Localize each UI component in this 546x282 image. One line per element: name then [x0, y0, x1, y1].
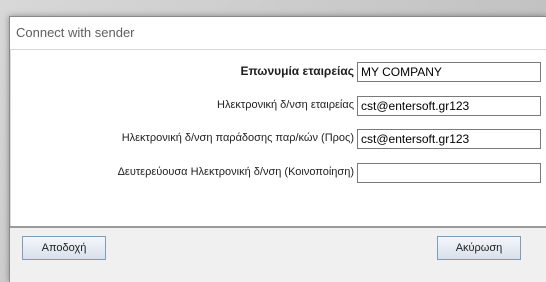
company-name-label: Επωνυμία εταιρείας	[240, 64, 354, 78]
company-name-field[interactable]: MY COMPANY	[357, 62, 541, 82]
dialog-title: Connect with sender	[16, 25, 135, 40]
accept-button[interactable]: Αποδοχή	[22, 236, 106, 260]
form-panel: Επωνυμία εταιρείας MY COMPANY Ηλεκτρονικ…	[10, 49, 546, 227]
cc-email-field[interactable]	[357, 163, 541, 183]
form-divider	[10, 226, 546, 228]
cc-email-label: Δευτερεύουσα Ηλεκτρονική δ/νση (Κοινοποί…	[117, 166, 354, 178]
connect-with-sender-dialog: Connect with sender Επωνυμία εταιρείας M…	[9, 16, 546, 282]
company-email-label: Ηλεκτρονική δ/νση εταιρείας	[217, 99, 354, 111]
cancel-button[interactable]: Ακύρωση	[437, 236, 521, 260]
delivery-email-label: Ηλεκτρονική δ/νση παράδοσης παρ/κών (Προ…	[121, 132, 354, 144]
dialog-titlebar[interactable]: Connect with sender	[10, 17, 546, 49]
company-email-field[interactable]: cst@entersoft.gr123	[357, 96, 541, 116]
delivery-email-field[interactable]: cst@entersoft.gr123	[357, 129, 541, 149]
